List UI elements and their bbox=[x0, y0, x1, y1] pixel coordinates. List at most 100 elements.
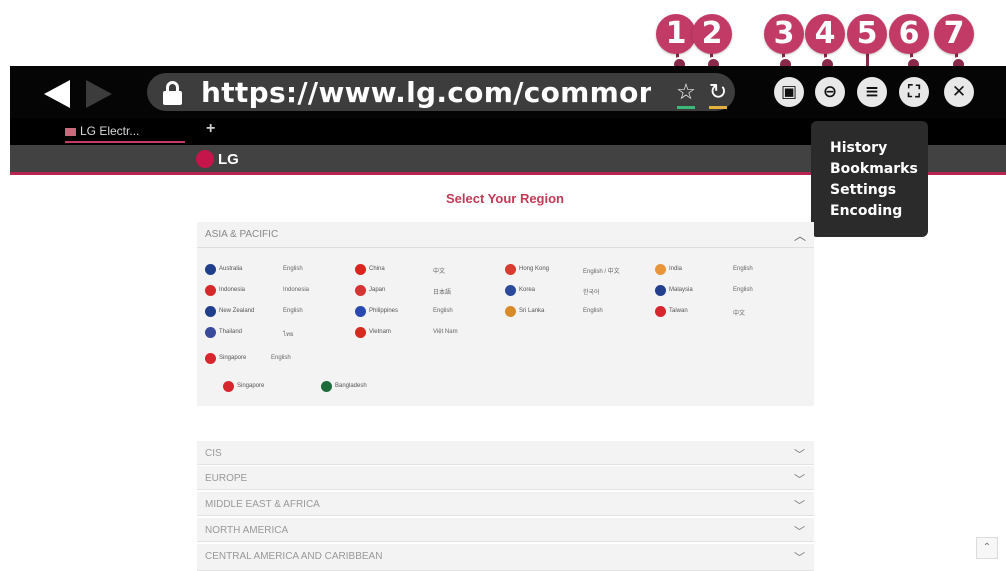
flag-icon bbox=[655, 305, 666, 317]
language-link[interactable]: English bbox=[271, 355, 291, 361]
fullscreen-button[interactable]: ⛶ bbox=[899, 77, 929, 107]
country-link[interactable]: Singapore bbox=[223, 380, 264, 392]
language-link[interactable]: English bbox=[283, 266, 303, 272]
country-link[interactable]: Thailand bbox=[205, 326, 242, 338]
callout-leader-6 bbox=[906, 52, 921, 72]
country-name: China bbox=[369, 266, 385, 272]
country-link[interactable]: Korea bbox=[505, 284, 535, 296]
region-row-central-america[interactable]: CENTRAL AMERICA AND CARIBBEAN ﹀ bbox=[197, 544, 814, 571]
region-label: NORTH AMERICA bbox=[205, 525, 289, 536]
zoom-icon: ⊖ bbox=[822, 82, 838, 102]
region-row-cis[interactable]: CIS ﹀ bbox=[197, 441, 814, 465]
region-label: MIDDLE EAST & AFRICA bbox=[205, 499, 320, 510]
forward-arrow-icon[interactable] bbox=[86, 80, 112, 108]
reload-button[interactable]: ↻ bbox=[706, 79, 730, 109]
country-link[interactable]: Australia bbox=[205, 263, 242, 275]
mode-icon: ▣ bbox=[780, 82, 798, 102]
country-name: Malaysia bbox=[669, 287, 693, 293]
country-link[interactable]: Vietnam bbox=[355, 326, 391, 338]
browser-menu-dropdown: History Bookmarks Settings Encoding bbox=[811, 121, 928, 237]
flag-icon bbox=[223, 380, 234, 392]
country-name: Taiwan bbox=[669, 308, 688, 314]
country-link[interactable]: New Zealand bbox=[205, 305, 254, 317]
flag-icon bbox=[655, 263, 666, 275]
menu-item-history[interactable]: History bbox=[830, 138, 928, 159]
back-arrow-icon[interactable] bbox=[44, 80, 70, 108]
flag-icon bbox=[321, 380, 332, 392]
language-link[interactable]: 한국어 bbox=[583, 287, 600, 296]
language-link[interactable]: English bbox=[733, 266, 753, 272]
country-name: India bbox=[669, 266, 683, 272]
browser-toolbar: https://www.lg.com/common/i... ☆ ↻ ▣ ⊖ ≡… bbox=[10, 66, 1006, 118]
region-row-europe[interactable]: EUROPE ﹀ bbox=[197, 466, 814, 490]
region-label: EUROPE bbox=[205, 473, 248, 484]
mode-button[interactable]: ▣ bbox=[774, 77, 804, 107]
menu-button[interactable]: ≡ bbox=[857, 77, 887, 107]
language-link[interactable]: English bbox=[583, 308, 603, 314]
country-link[interactable]: Indonesia bbox=[205, 284, 245, 296]
callout-number: 3 bbox=[764, 14, 804, 54]
flag-icon bbox=[205, 284, 216, 296]
country-link[interactable]: Hong Kong bbox=[505, 263, 549, 275]
language-link[interactable]: 日本語 bbox=[433, 287, 451, 296]
callout-leader-4 bbox=[820, 52, 835, 72]
region-row-north-america[interactable]: NORTH AMERICA ﹀ bbox=[197, 518, 814, 542]
address-bar[interactable]: https://www.lg.com/common/i... ☆ ↻ bbox=[147, 73, 735, 111]
close-button[interactable]: ✕ bbox=[944, 77, 974, 107]
flag-icon bbox=[205, 305, 216, 317]
country-name: Australia bbox=[219, 266, 243, 272]
country-link[interactable]: Philippines bbox=[355, 305, 398, 317]
flag-icon bbox=[205, 263, 216, 275]
callout-leader-3 bbox=[778, 52, 793, 72]
country-name: Hong Kong bbox=[519, 266, 550, 272]
country-name: Vietnam bbox=[369, 329, 391, 335]
page-title: Select Your Region bbox=[446, 191, 564, 206]
language-link[interactable]: ไทย bbox=[283, 329, 294, 339]
language-link[interactable]: English bbox=[433, 308, 453, 314]
bookmark-star-button[interactable]: ☆ bbox=[674, 79, 698, 109]
chevron-down-icon: ﹀ bbox=[794, 500, 805, 512]
scroll-to-top-button[interactable]: ⌃ bbox=[976, 537, 998, 559]
country-name: Sri Lanka bbox=[519, 308, 545, 314]
country-link[interactable]: Bangladesh bbox=[321, 380, 367, 392]
country-name: Thailand bbox=[219, 329, 243, 335]
language-link[interactable]: English bbox=[283, 308, 303, 314]
country-link[interactable]: Japan bbox=[355, 284, 385, 296]
flag-icon bbox=[205, 326, 216, 338]
language-link[interactable]: Indonesia bbox=[283, 287, 309, 293]
tab-lg-electronics[interactable]: LG Electr... bbox=[65, 122, 185, 143]
country-name: Japan bbox=[369, 287, 386, 293]
region-header[interactable]: ASIA & PACIFIC ︿ bbox=[197, 222, 814, 248]
zoom-button[interactable]: ⊖ bbox=[815, 77, 845, 107]
chevron-up-icon: ︿ bbox=[793, 229, 806, 243]
flag-icon bbox=[355, 305, 366, 317]
language-link[interactable]: English / 中文 bbox=[583, 266, 620, 275]
callout-number: 4 bbox=[805, 14, 845, 54]
url-text[interactable]: https://www.lg.com/common/i... bbox=[201, 76, 651, 109]
new-tab-button[interactable]: + bbox=[206, 120, 215, 138]
country-link[interactable]: China bbox=[355, 263, 385, 275]
chevron-up-icon: ⌃ bbox=[982, 542, 992, 553]
country-name: Korea bbox=[519, 287, 536, 293]
menu-icon: ≡ bbox=[864, 82, 880, 102]
language-link[interactable]: 中文 bbox=[433, 266, 445, 275]
flag-icon bbox=[355, 284, 366, 296]
language-link[interactable]: 中文 bbox=[733, 308, 745, 317]
language-link[interactable]: English bbox=[733, 287, 753, 293]
callout-number: 7 bbox=[934, 14, 974, 54]
lg-logo-text: LG bbox=[218, 150, 239, 168]
menu-item-bookmarks[interactable]: Bookmarks bbox=[830, 159, 928, 180]
language-link[interactable]: Việt Nam bbox=[433, 329, 458, 335]
region-row-middle-east-africa[interactable]: MIDDLE EAST & AFRICA ﹀ bbox=[197, 492, 814, 516]
lg-logo[interactable]: LG bbox=[196, 150, 239, 168]
chevron-down-icon: ﹀ bbox=[794, 474, 805, 486]
flag-icon bbox=[355, 326, 366, 338]
country-link[interactable]: India bbox=[655, 263, 682, 275]
country-link[interactable]: Singapore bbox=[205, 352, 246, 364]
country-link[interactable]: Malaysia bbox=[655, 284, 693, 296]
country-name: Indonesia bbox=[219, 287, 246, 293]
country-link[interactable]: Sri Lanka bbox=[505, 305, 544, 317]
country-link[interactable]: Taiwan bbox=[655, 305, 688, 317]
callout-leader-1 bbox=[672, 52, 687, 72]
star-icon: ☆ bbox=[676, 79, 696, 104]
